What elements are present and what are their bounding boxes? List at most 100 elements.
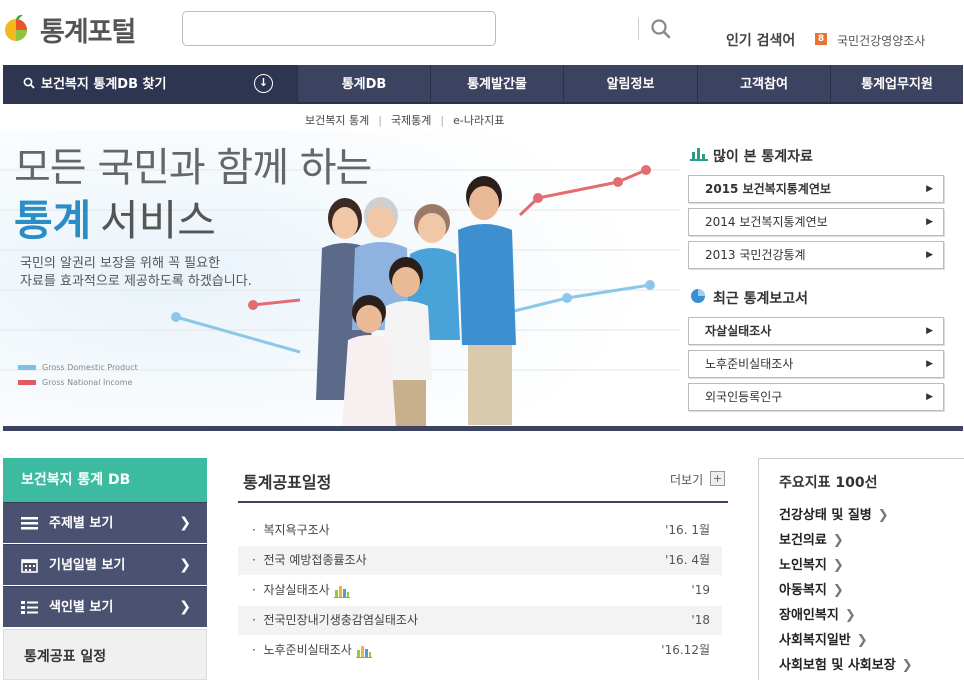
stats-chart-icon[interactable] bbox=[355, 644, 372, 658]
browse-by-index-label: 색인별 보기 bbox=[49, 600, 114, 615]
hero-headline-1: 모든 국민과 함께 하는 bbox=[14, 145, 372, 191]
recent-report-item[interactable]: 노후준비실태조사 ▶ bbox=[688, 350, 944, 378]
search-divider bbox=[638, 18, 639, 40]
indicator-item[interactable]: 사회보험 및 사회보장 ❯ bbox=[779, 654, 913, 673]
schedule-item-date: '16.12월 bbox=[661, 643, 710, 657]
popular-rank-badge: 8 bbox=[815, 33, 827, 45]
schedule-item-name: 전국민장내기생충감염실태조사 bbox=[263, 613, 419, 627]
bullet: · bbox=[252, 583, 264, 597]
schedule-row[interactable]: · 복지욕구조사 '16. 1월 bbox=[238, 516, 722, 545]
db-panel-title[interactable]: 보건복지 통계 DB bbox=[3, 458, 207, 502]
search-icon[interactable] bbox=[648, 17, 674, 41]
chevron-right-icon: ▶ bbox=[926, 217, 933, 227]
browse-by-topic-button[interactable]: 주제별 보기 ❯ bbox=[3, 502, 207, 543]
schedule-item-date: '19 bbox=[691, 583, 710, 597]
schedule-item-name: 자살실태조사 bbox=[263, 583, 330, 597]
db-side-panel: 보건복지 통계 DB 주제별 보기 ❯ 기념일별 보기 ❯ 색인별 보기 ❯ 통계공표… bbox=[3, 458, 207, 680]
chevron-right-icon: ▶ bbox=[926, 326, 933, 336]
indicator-label: 사회보험 및 사회보장 bbox=[779, 658, 896, 673]
bar-chart-icon bbox=[690, 148, 708, 161]
indicator-label: 건강상태 및 질병 bbox=[779, 508, 872, 523]
indicator-item[interactable]: 보건의료 ❯ bbox=[779, 529, 844, 548]
indicator-item[interactable]: 노인복지 ❯ bbox=[779, 554, 844, 573]
logo-text[interactable]: 통계포털 bbox=[40, 10, 136, 49]
schedule-item-date: '18 bbox=[691, 613, 710, 627]
bullet: · bbox=[252, 643, 264, 657]
browse-by-index-button[interactable]: 색인별 보기 ❯ bbox=[3, 586, 207, 627]
schedule-item-date: '16. 4월 bbox=[665, 553, 710, 567]
legend-gdp-swatch bbox=[18, 365, 36, 370]
popular-search-item[interactable]: 국민건강영양조사 bbox=[837, 32, 925, 49]
schedule-item-date: '16. 1월 bbox=[665, 523, 710, 537]
chevron-right-icon: ❯ bbox=[179, 557, 191, 573]
chevron-right-icon: ❯ bbox=[832, 533, 844, 548]
search-input[interactable] bbox=[191, 18, 453, 40]
schedule-row[interactable]: · 자살실태조사 '19 bbox=[238, 576, 722, 605]
subnav-international[interactable]: 국제통계 bbox=[391, 114, 431, 127]
subnav-health-welfare[interactable]: 보건복지 통계 bbox=[305, 114, 369, 127]
family-photo bbox=[316, 176, 516, 428]
search-icon bbox=[23, 65, 35, 104]
subnav-e-nara[interactable]: e-나라지표 bbox=[453, 114, 504, 127]
indicator-label: 장애인복지 bbox=[779, 608, 839, 623]
schedule-item-name: 복지욕구조사 bbox=[263, 523, 330, 537]
nav-item-support[interactable]: 통계업무지원 bbox=[830, 65, 963, 104]
chevron-right-icon: ❯ bbox=[856, 633, 868, 648]
indicator-label: 노인복지 bbox=[779, 558, 827, 573]
hero-divider bbox=[3, 426, 963, 431]
more-link[interactable]: 더보기 bbox=[670, 471, 703, 488]
list-icon bbox=[21, 517, 38, 530]
recent-report-item[interactable]: 자살실태조사 ▶ bbox=[688, 317, 944, 345]
nav-find-db[interactable]: 보건복지 통계DB 찾기 ↓ bbox=[3, 65, 297, 104]
browse-by-anniversary-button[interactable]: 기념일별 보기 ❯ bbox=[3, 544, 207, 585]
nav-item-db[interactable]: 통계DB bbox=[297, 65, 430, 104]
bullet: · bbox=[252, 613, 264, 627]
indicator-item[interactable]: 사회복지일반 ❯ bbox=[779, 629, 868, 648]
calendar-icon bbox=[21, 559, 38, 573]
legend-gdp: Gross Domestic Product bbox=[18, 363, 138, 372]
chevron-right-icon: ▶ bbox=[926, 184, 933, 194]
chevron-down-icon[interactable]: ↓ bbox=[254, 74, 273, 93]
chevron-right-icon: ❯ bbox=[179, 515, 191, 531]
most-viewed-item[interactable]: 2013 국민건강통계 ▶ bbox=[688, 241, 944, 269]
schedule-item-name: 전국 예방접종률조사 bbox=[263, 553, 367, 567]
search-field[interactable] bbox=[182, 11, 671, 46]
key-indicators-title: 주요지표 100선 bbox=[779, 475, 878, 491]
indicator-item[interactable]: 장애인복지 ❯ bbox=[779, 604, 856, 623]
indicator-label: 사회복지일반 bbox=[779, 633, 851, 648]
recent-reports-title: 최근 통계보고서 bbox=[713, 291, 809, 307]
hero-desc-line2: 자료를 효과적으로 제공하도록 하겠습니다. bbox=[20, 274, 252, 289]
schedule-row[interactable]: · 전국 예방접종률조사 '16. 4월 bbox=[238, 546, 722, 575]
schedule-row[interactable]: · 노후준비실태조사 '16.12월 bbox=[238, 636, 722, 665]
nav-item-publications[interactable]: 통계발간물 bbox=[430, 65, 563, 104]
sub-nav: 보건복지 통계 | 국제통계 | e-나라지표 bbox=[305, 112, 504, 128]
nav-find-label: 보건복지 통계DB 찾기 bbox=[41, 77, 167, 92]
key-indicators-panel: 주요지표 100선 건강상태 및 질병 ❯ 보건의료 ❯ 노인복지 ❯ 아동복지 ❯ 장애인복지… bbox=[758, 458, 964, 680]
release-schedule: 통계공표일정 더보기 + · 복지욕구조사 '16. 1월 · 전국 예방접종률조사… bbox=[238, 458, 728, 680]
browse-by-anniversary-label: 기념일별 보기 bbox=[49, 558, 126, 573]
most-viewed-item[interactable]: 2014 보건복지통계연보 ▶ bbox=[688, 208, 944, 236]
legend-gni-swatch bbox=[18, 380, 36, 385]
chevron-right-icon: ▶ bbox=[926, 359, 933, 369]
most-viewed-item[interactable]: 2015 보건복지통계연보 ▶ bbox=[688, 175, 944, 203]
nav-item-notices[interactable]: 알림정보 bbox=[563, 65, 697, 104]
most-viewed-title: 많이 본 통계자료 bbox=[713, 149, 813, 165]
legend-gni: Gross National Income bbox=[18, 378, 132, 387]
schedule-divider bbox=[238, 501, 728, 503]
plus-icon[interactable]: + bbox=[710, 471, 725, 486]
recent-report-item[interactable]: 외국인등록인구 ▶ bbox=[688, 383, 944, 411]
hero-headline-2: 서비스 bbox=[100, 196, 216, 245]
indicator-item[interactable]: 건강상태 및 질병 ❯ bbox=[779, 504, 889, 523]
schedule-item-name: 노후준비실태조사 bbox=[263, 643, 352, 657]
legend-gni-label: Gross National Income bbox=[42, 378, 133, 387]
hero-description: 국민의 알권리 보장을 위해 꼭 필요한 자료를 효과적으로 제공하도록 하겠습… bbox=[20, 255, 280, 291]
indicator-item[interactable]: 아동복지 ❯ bbox=[779, 579, 844, 598]
schedule-row[interactable]: · 전국민장내기생충감염실태조사 '18 bbox=[238, 606, 722, 635]
index-list-icon bbox=[21, 601, 38, 614]
nav-item-participation[interactable]: 고객참여 bbox=[697, 65, 830, 104]
stats-chart-icon[interactable] bbox=[333, 584, 350, 598]
bullet: · bbox=[252, 553, 264, 567]
legend-gdp-label: Gross Domestic Product bbox=[42, 363, 138, 372]
indicator-label: 아동복지 bbox=[779, 583, 827, 598]
schedule-side-title[interactable]: 통계공표 일정 bbox=[3, 629, 207, 680]
